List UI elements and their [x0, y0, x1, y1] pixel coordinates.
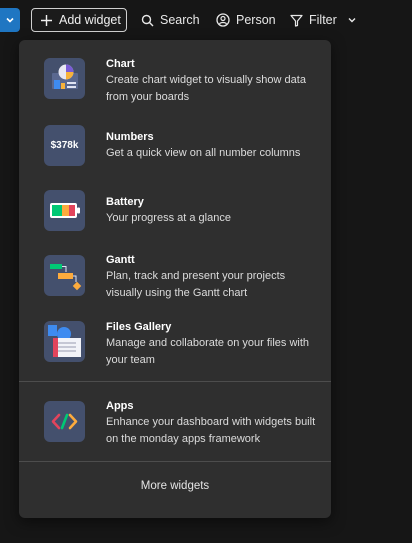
dashboard-page: Add widget Search Person Filter Chart Cr… — [0, 0, 412, 543]
search-button[interactable]: Search — [141, 8, 200, 32]
menu-item-numbers[interactable]: $378k Numbers Get a quick view on all nu… — [19, 122, 331, 172]
add-widget-button[interactable]: Add widget — [31, 8, 127, 32]
files-gallery-widget-icon — [44, 321, 85, 362]
chevron-down-icon — [6, 17, 14, 23]
person-filter-button[interactable]: Person — [216, 8, 276, 32]
item-description: Plan, track and present your projects vi… — [106, 270, 286, 299]
view-dropdown-button[interactable] — [0, 8, 20, 32]
add-widget-menu: Chart Create chart widget to visually sh… — [19, 40, 331, 518]
apps-widget-icon — [44, 401, 85, 442]
chart-widget-icon — [44, 58, 85, 99]
menu-divider — [19, 381, 331, 382]
add-widget-label: Add widget — [59, 13, 121, 27]
numbers-icon-text: $378k — [50, 140, 79, 151]
person-icon — [216, 13, 230, 27]
numbers-widget-icon: $378k — [44, 125, 85, 166]
more-widgets-button[interactable]: More widgets — [19, 480, 331, 492]
menu-item-apps[interactable]: Apps Enhance your dashboard with widgets… — [19, 396, 331, 452]
item-title: Apps — [106, 400, 134, 412]
menu-item-files-gallery[interactable]: Files Gallery Manage and collaborate on … — [19, 317, 331, 373]
item-title: Gantt — [106, 254, 135, 266]
battery-widget-icon — [44, 190, 85, 231]
person-label: Person — [236, 13, 276, 27]
item-description: Create chart widget to visually show dat… — [106, 74, 306, 103]
menu-item-gantt[interactable]: Gantt Plan, track and present your proje… — [19, 250, 331, 306]
item-description: Get a quick view on all number columns — [106, 147, 301, 159]
item-title: Numbers — [106, 131, 154, 143]
menu-divider — [19, 461, 331, 462]
gantt-widget-icon — [44, 255, 85, 296]
chevron-down-icon[interactable] — [347, 15, 357, 25]
menu-item-chart[interactable]: Chart Create chart widget to visually sh… — [19, 54, 331, 108]
item-title: Files Gallery — [106, 321, 172, 333]
dashboard-toolbar: Add widget Search Person Filter — [0, 0, 412, 40]
filter-icon — [290, 14, 303, 27]
item-description: Enhance your dashboard with widgets buil… — [106, 416, 316, 445]
item-title: Battery — [106, 196, 144, 208]
search-label: Search — [160, 13, 200, 27]
item-description: Manage and collaborate on your files wit… — [106, 337, 310, 366]
item-title: Chart — [106, 58, 135, 70]
menu-item-battery[interactable]: Battery Your progress at a glance — [19, 187, 331, 237]
filter-label: Filter — [309, 13, 337, 27]
search-icon — [141, 14, 154, 26]
item-description: Your progress at a glance — [106, 212, 231, 224]
filter-button[interactable]: Filter — [290, 8, 357, 32]
plus-icon — [41, 14, 52, 26]
